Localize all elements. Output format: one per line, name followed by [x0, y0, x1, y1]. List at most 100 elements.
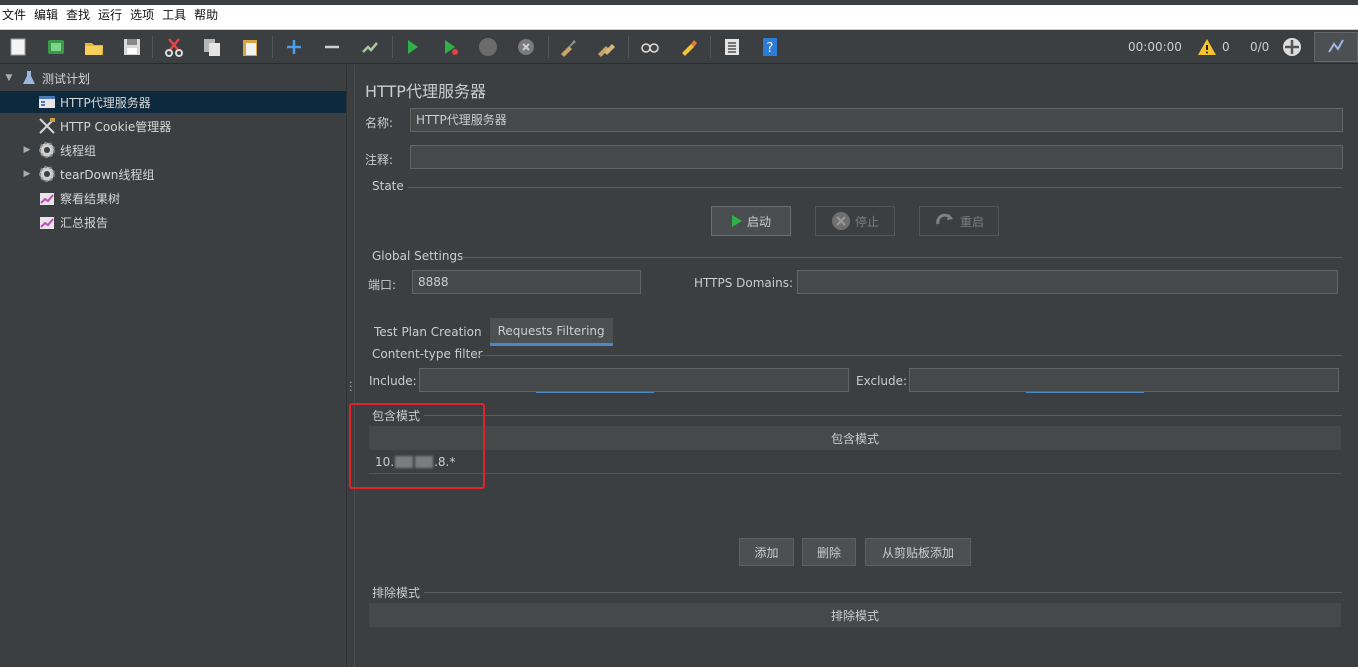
- tree-item-http-proxy[interactable]: HTTP代理服务器: [0, 91, 346, 113]
- shutdown-icon[interactable]: [514, 35, 538, 59]
- tools-icon: [38, 117, 56, 135]
- menu-bar: 文件 编辑 查找 运行 选项 工具 帮助: [0, 0, 1358, 30]
- elapsed-timer: 00:00:00: [1128, 40, 1182, 54]
- add-from-clipboard-button[interactable]: 从剪贴板添加: [865, 538, 971, 566]
- tree-item-summary-report[interactable]: 汇总报告: [0, 211, 346, 233]
- tree-item-label: 汇总报告: [60, 215, 109, 230]
- toolbar: ? 00:00:00 0 0/0: [0, 30, 1358, 64]
- delete-button[interactable]: 删除: [802, 538, 856, 566]
- cut-icon[interactable]: [162, 35, 186, 59]
- open-icon[interactable]: [82, 35, 106, 59]
- chart-icon: [38, 213, 56, 231]
- tree-item-label: 察看结果树: [60, 191, 121, 206]
- stop-icon[interactable]: [476, 35, 500, 59]
- menu-edit[interactable]: 编辑: [34, 7, 58, 23]
- grip-icon: · · ·: [349, 376, 353, 397]
- test-plan-tree: ▼ 测试计划 HTTP代理服务器 HTTP Cookie管理器 ▶ 线程组 ▶ …: [0, 65, 346, 667]
- expand-arrow-icon[interactable]: ▶: [22, 169, 32, 179]
- include-pattern-row[interactable]: 10. .8.*: [369, 450, 1341, 474]
- toolbar-separator: [710, 36, 711, 58]
- exclude-patterns-header[interactable]: 排除模式: [369, 603, 1341, 627]
- tree-root-label: 测试计划: [42, 71, 91, 86]
- tree-item-thread-group[interactable]: ▶ 线程组: [0, 139, 346, 161]
- menu-help[interactable]: 帮助: [194, 7, 218, 23]
- tree-item-teardown-thread-group[interactable]: ▶ tearDown线程组: [0, 163, 346, 185]
- start-icon[interactable]: [400, 35, 424, 59]
- active-threads: 0/0: [1250, 40, 1270, 54]
- exclude-field[interactable]: [909, 368, 1339, 392]
- templates-icon[interactable]: [44, 35, 68, 59]
- menu-file[interactable]: 文件: [2, 7, 26, 23]
- copy-icon[interactable]: [200, 35, 224, 59]
- menu-run[interactable]: 运行: [98, 7, 122, 23]
- comment-label: 注释:: [365, 153, 394, 167]
- flask-icon: [20, 69, 38, 87]
- clear-all-icon[interactable]: [594, 35, 618, 59]
- include-patterns-header[interactable]: 包含模式: [369, 426, 1341, 450]
- https-domains-field[interactable]: [797, 270, 1338, 294]
- tree-item-cookie-manager[interactable]: HTTP Cookie管理器: [0, 115, 346, 137]
- expand-arrow-icon[interactable]: ▶: [22, 145, 32, 155]
- function-helper-icon[interactable]: [720, 35, 744, 59]
- exclude-patterns-label: 排除模式: [372, 586, 421, 600]
- toolbar-separator: [392, 36, 393, 58]
- restart-button-label: 重启: [959, 214, 984, 229]
- include-patterns-section: 包含模式: [372, 407, 1342, 424]
- help-icon[interactable]: ?: [758, 35, 782, 59]
- name-label: 名称:: [365, 116, 394, 130]
- collapse-icon[interactable]: [320, 35, 344, 59]
- collapse-arrow-icon[interactable]: ▼: [4, 73, 14, 83]
- stop-circle-icon: [831, 212, 850, 230]
- add-button[interactable]: 添加: [739, 538, 794, 566]
- stop-button[interactable]: 停止: [815, 206, 895, 236]
- content-type-label: Content-type filter: [372, 347, 483, 361]
- start-button[interactable]: 启动: [711, 206, 791, 236]
- warning-icon[interactable]: [1196, 35, 1218, 59]
- comment-field[interactable]: [410, 145, 1343, 169]
- tab-test-plan-creation[interactable]: Test Plan Creation: [366, 318, 490, 346]
- tree-item-label: HTTP Cookie管理器: [60, 119, 172, 134]
- name-field[interactable]: HTTP代理服务器: [410, 108, 1343, 132]
- menu-search[interactable]: 查找: [66, 7, 90, 23]
- restart-button[interactable]: 重启: [919, 206, 999, 236]
- search-icon[interactable]: [638, 35, 662, 59]
- highlight-annotation: [349, 403, 485, 489]
- menu-tools[interactable]: 工具: [162, 7, 186, 23]
- remote-icon[interactable]: [1280, 35, 1304, 59]
- include-field[interactable]: [419, 368, 849, 392]
- page-title: HTTP代理服务器: [365, 82, 486, 101]
- content-type-section: Content-type filter: [372, 347, 1342, 361]
- expand-icon[interactable]: [282, 35, 306, 59]
- state-label: State: [372, 179, 404, 193]
- paste-icon[interactable]: [238, 35, 262, 59]
- toolbar-separator: [152, 36, 153, 58]
- save-icon[interactable]: [120, 35, 144, 59]
- new-icon[interactable]: [6, 35, 30, 59]
- toggle-icon[interactable]: [358, 35, 382, 59]
- tree-item-label: tearDown线程组: [60, 167, 155, 182]
- tab-requests-filtering[interactable]: Requests Filtering: [489, 318, 613, 346]
- toolbar-separator: [548, 36, 549, 58]
- toolbar-separator: [272, 36, 273, 58]
- chart-icon: [38, 189, 56, 207]
- port-label: 端口:: [368, 278, 397, 292]
- global-settings-label: Global Settings: [372, 249, 464, 263]
- tree-item-view-results-tree[interactable]: 察看结果树: [0, 187, 346, 209]
- start-no-pause-icon[interactable]: [438, 35, 462, 59]
- top-strip: [0, 0, 1358, 5]
- menu-options[interactable]: 选项: [130, 7, 154, 23]
- exclude-label: Exclude:: [856, 374, 908, 388]
- tree-root[interactable]: ▼ 测试计划: [0, 67, 346, 89]
- start-button-label: 启动: [746, 214, 771, 229]
- port-field[interactable]: 8888: [412, 270, 641, 294]
- https-domains-label: HTTPS Domains:: [694, 276, 793, 290]
- restart-icon: [936, 213, 953, 225]
- clear-icon[interactable]: [556, 35, 580, 59]
- gear-icon: [38, 165, 56, 183]
- warning-count: 0: [1222, 40, 1230, 54]
- log-viewer-icon[interactable]: [1314, 32, 1358, 62]
- splitter-handle[interactable]: · · ·: [346, 65, 355, 667]
- tree-item-label: 线程组: [60, 143, 97, 158]
- reset-search-icon[interactable]: [676, 35, 700, 59]
- tab-bar: Test Plan Creation Requests Filtering: [366, 318, 613, 346]
